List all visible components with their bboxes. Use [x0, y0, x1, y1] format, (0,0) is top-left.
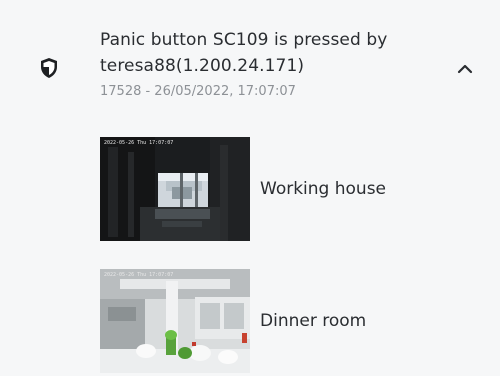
camera-snapshot[interactable]: 2022-05-26 Thu 17:07:07	[100, 269, 250, 373]
camera-item-dinner-room[interactable]: 2022-05-26 Thu 17:07:07 Dinner room	[100, 269, 500, 373]
camera-timestamp: 2022-05-26 Thu 17:07:07	[104, 140, 174, 146]
camera-snapshot[interactable]: 2022-05-26 Thu 17:07:07	[100, 137, 250, 241]
camera-snapshot-image	[100, 137, 250, 241]
camera-item-working-house[interactable]: 2022-05-26 Thu 17:07:07 Working house	[100, 137, 500, 241]
camera-name: Dinner room	[260, 311, 367, 331]
camera-timestamp: 2022-05-26 Thu 17:07:07	[104, 272, 174, 278]
notification-subtitle: 17528 - 26/05/2022, 17:07:07	[100, 84, 296, 99]
shield-icon	[41, 58, 57, 78]
notification-card[interactable]: Panic button SC109 is pressed by teresa8…	[0, 0, 500, 376]
chevron-up-icon[interactable]	[456, 61, 474, 75]
camera-name: Working house	[260, 179, 387, 199]
notification-title: Panic button SC109 is pressed by teresa8…	[100, 30, 388, 76]
camera-snapshot-image	[100, 269, 250, 373]
